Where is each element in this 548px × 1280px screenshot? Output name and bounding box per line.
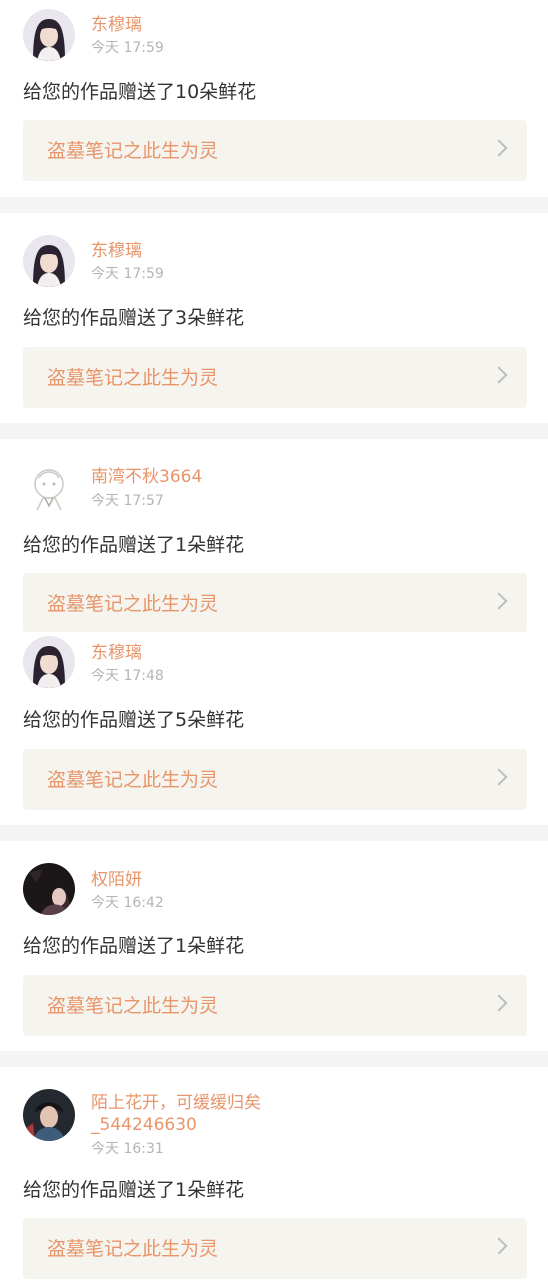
timestamp: 今天 16:31 [91, 1141, 164, 1157]
chevron-right-icon [490, 768, 508, 786]
gift-message: 给您的作品赠送了10朵鲜花 [23, 81, 257, 103]
girl-portrait-avatar-icon [23, 235, 75, 287]
work-link[interactable]: 盗墓笔记之此生为灵 [23, 120, 527, 181]
divider [0, 423, 548, 439]
user-name[interactable]: 东穆璃 [91, 14, 142, 36]
gift-message: 给您的作品赠送了1朵鲜花 [23, 1179, 245, 1201]
work-link[interactable]: 盗墓笔记之此生为灵 [23, 573, 527, 634]
user-name-line1[interactable]: 陌上花开，可缓缓归矣 [91, 1092, 261, 1114]
user-name[interactable]: 南湾不秋3664 [91, 466, 202, 488]
girl-portrait-avatar-icon [23, 636, 75, 688]
user-name[interactable]: 东穆璃 [91, 642, 142, 664]
timestamp: 今天 17:59 [91, 266, 164, 282]
user-avatar[interactable] [23, 1089, 75, 1141]
work-title: 盗墓笔记之此生为灵 [47, 593, 219, 615]
user-avatar[interactable] [23, 636, 75, 688]
timestamp: 今天 16:42 [91, 895, 164, 911]
user-avatar[interactable] [23, 462, 75, 514]
user-avatar[interactable] [23, 235, 75, 287]
work-link[interactable]: 盗墓笔记之此生为灵 [23, 347, 527, 408]
work-link[interactable]: 盗墓笔记之此生为灵 [23, 749, 527, 810]
dark-girl-avatar-icon [23, 863, 75, 915]
gift-message: 给您的作品赠送了1朵鲜花 [23, 935, 245, 957]
girl-portrait-avatar-icon [23, 9, 75, 61]
work-title: 盗墓笔记之此生为灵 [47, 1238, 219, 1260]
divider [0, 1051, 548, 1067]
chevron-right-icon [490, 366, 508, 384]
chevron-right-icon [490, 592, 508, 610]
gift-message: 给您的作品赠送了3朵鲜花 [23, 307, 245, 329]
user-avatar[interactable] [23, 863, 75, 915]
work-title: 盗墓笔记之此生为灵 [47, 367, 219, 389]
chevron-right-icon [490, 139, 508, 157]
user-name-line2[interactable]: _544246630 [91, 1114, 197, 1136]
gift-message: 给您的作品赠送了5朵鲜花 [23, 709, 245, 731]
cartoon-sketch-avatar-icon [23, 462, 75, 514]
work-title: 盗墓笔记之此生为灵 [47, 995, 219, 1017]
work-link[interactable]: 盗墓笔记之此生为灵 [23, 975, 527, 1036]
divider [0, 197, 548, 213]
user-avatar[interactable] [23, 9, 75, 61]
boy-portrait-avatar-icon [23, 1089, 75, 1141]
work-title: 盗墓笔记之此生为灵 [47, 769, 219, 791]
user-name[interactable]: 东穆璃 [91, 240, 142, 262]
user-name[interactable]: 权陌妍 [91, 869, 142, 891]
notification-card: 陌上花开，可缓缓归矣 _544246630 今天 16:31 给您的作品赠送了1… [0, 1067, 548, 1280]
chevron-right-icon [490, 994, 508, 1012]
notification-card: 权陌妍 今天 16:42 给您的作品赠送了1朵鲜花 盗墓笔记之此生为灵 [0, 841, 548, 1051]
notification-card: 东穆璃 今天 17:59 给您的作品赠送了3朵鲜花 盗墓笔记之此生为灵 [0, 213, 548, 423]
timestamp: 今天 17:48 [91, 668, 164, 684]
chevron-right-icon [490, 1237, 508, 1255]
gift-message: 给您的作品赠送了1朵鲜花 [23, 534, 245, 556]
notification-card: 南湾不秋3664 今天 17:57 给您的作品赠送了1朵鲜花 盗墓笔记之此生为灵 [0, 439, 548, 634]
divider [0, 825, 548, 841]
timestamp: 今天 17:57 [91, 493, 164, 509]
notification-card: 东穆璃 今天 17:48 给您的作品赠送了5朵鲜花 盗墓笔记之此生为灵 [0, 632, 548, 825]
work-link[interactable]: 盗墓笔记之此生为灵 [23, 1218, 527, 1279]
notification-card: 东穆璃 今天 17:59 给您的作品赠送了10朵鲜花 盗墓笔记之此生为灵 [0, 0, 548, 197]
timestamp: 今天 17:59 [91, 40, 164, 56]
work-title: 盗墓笔记之此生为灵 [47, 140, 219, 162]
